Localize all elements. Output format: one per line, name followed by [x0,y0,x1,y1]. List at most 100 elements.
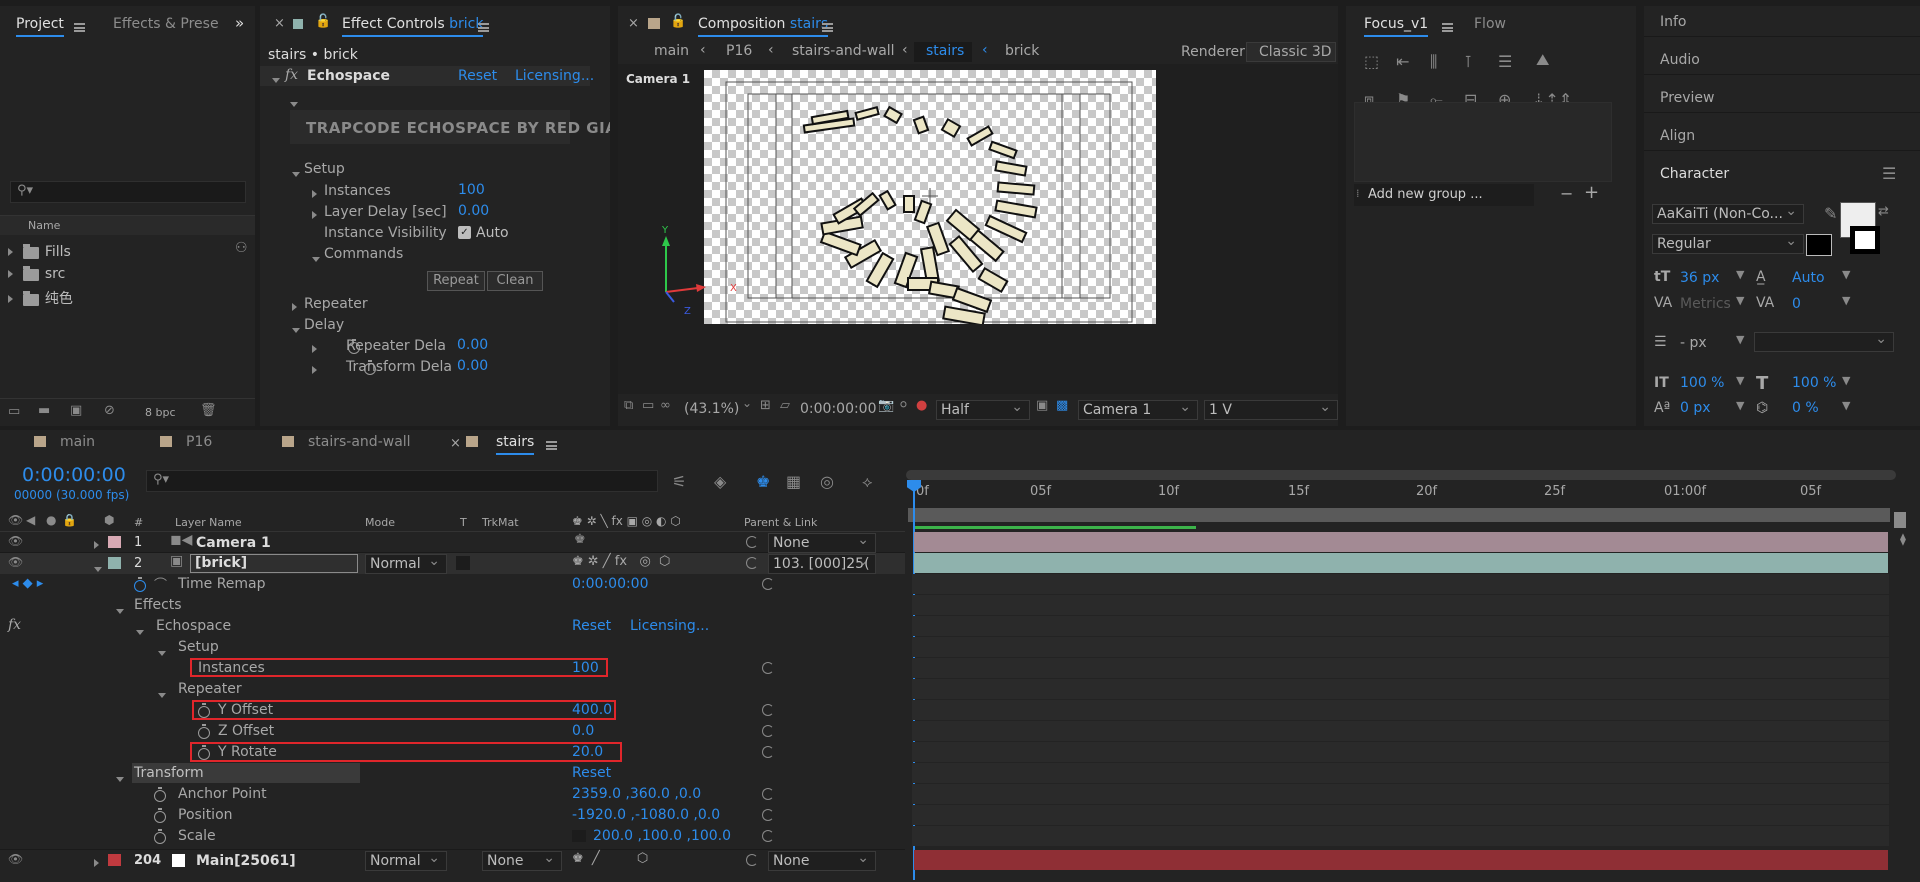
mask-icon[interactable]: ▱ [780,398,790,413]
expand-icon[interactable] [312,208,317,222]
dependencies-icon[interactable]: ⊘ [104,403,115,418]
licensing-link[interactable]: Licensing... [515,68,594,84]
expand-icon[interactable] [312,342,317,356]
transform-reset-link[interactable]: Reset [572,765,611,781]
chevron-down-icon[interactable]: ⌄ [742,396,752,410]
chevron-down-icon[interactable]: ▼ [1842,374,1850,387]
anchor-icon[interactable]: ⊺ [1464,52,1472,71]
keyframe-track[interactable] [912,595,1889,615]
list-item[interactable]: src [8,265,65,282]
parent-dropdown[interactable]: None [768,533,876,553]
layer-name[interactable]: Camera 1 [196,535,271,551]
label-color[interactable] [108,557,121,569]
section-delay[interactable]: Delay [304,317,344,333]
pick-whip-icon[interactable] [762,809,774,821]
collapse-icon[interactable] [136,624,144,638]
list-item[interactable]: 纯色 [8,288,73,308]
composition-menu-icon[interactable] [822,23,833,32]
tab-focus[interactable]: Focus_v1 [1364,16,1429,37]
remove-group-button[interactable]: − [1560,184,1573,203]
comp-mini-flowchart-icon[interactable]: ⚟ [672,472,686,491]
expand-icon[interactable] [94,538,99,552]
expand-icon[interactable] [292,300,297,314]
safe-zones-icon[interactable]: ⊞ [760,398,771,413]
close-icon[interactable]: × [274,16,285,31]
blend-mode-dropdown[interactable]: Normal [365,851,447,871]
stopwatch-icon[interactable] [134,576,146,592]
label-icon[interactable]: ⬢ [104,513,114,527]
distribute-icon[interactable]: ⫼ [1430,52,1437,72]
col-layer-name[interactable]: Layer Name [175,516,242,529]
channel-icon[interactable]: ● [916,398,927,413]
time-ruler[interactable]: 0f 05f 10f 15f 20f 25f 01:00f 05f [906,482,1896,506]
chevron-down-icon[interactable]: ▼ [1736,294,1744,307]
layer-bar-main[interactable] [914,850,1888,870]
lock-icon[interactable]: 🔓 [315,14,331,29]
stopwatch-icon[interactable] [198,723,210,739]
timeline-tab-p16[interactable]: P16 [186,434,212,450]
prop-row[interactable]: Scale 200.0 ,100.0 ,100.0 [0,826,905,847]
pick-whip-icon[interactable] [746,557,758,569]
layer-switches-icons[interactable]: ♚ ╱ ⬡ [572,851,648,866]
project-search-input[interactable]: ⚲▾ [10,181,246,203]
stopwatch-icon[interactable] [154,807,166,823]
prop-row[interactable]: ◂ ◆ ▸ ⌒ Time Remap 0:00:00:00 [0,574,905,595]
track-matte-toggle[interactable] [456,556,470,570]
keyframe-track[interactable] [912,805,1889,825]
keyframe-track[interactable] [912,721,1889,741]
expand-icon[interactable] [312,187,317,201]
viewer-area[interactable]: Camera 1 Y X Z [618,64,1338,394]
breadcrumb-brick[interactable]: brick [1005,43,1039,59]
keyframe-track[interactable] [912,658,1889,678]
frame-blending-icon[interactable]: ▦ [786,472,801,491]
solo-icon[interactable]: ● [46,513,56,527]
select-all-icon[interactable]: ⬚ [1364,52,1379,71]
graph-editor-icon[interactable]: ⟡ [862,472,873,492]
layer-bar-camera[interactable] [914,532,1888,552]
flowchart-icon[interactable]: ⚇ [235,240,248,256]
pick-whip-icon[interactable] [762,578,774,590]
collapse-icon[interactable] [116,603,124,617]
font-family-dropdown[interactable]: AaKaiTi (Non-Co... [1652,204,1804,224]
prop-row[interactable]: Z Offset 0.0 [0,721,905,742]
fx-icon[interactable]: fx [285,67,298,83]
list-item[interactable]: Fills [8,243,71,260]
add-group-input[interactable]: Add new group ... [1368,187,1483,202]
prop-row[interactable]: fx Echospace Reset Licensing... [0,616,905,637]
z-offset-value[interactable]: 0.0 [572,723,594,739]
layer-name[interactable]: Main[25061] [196,853,296,869]
breadcrumb-stairs-and-wall[interactable]: stairs-and-wall [792,43,895,59]
new-folder-icon[interactable]: ▬ [38,403,50,418]
audio-icon[interactable]: ◀ [26,513,35,527]
parent-dropdown[interactable]: None [768,851,876,871]
prop-row[interactable]: Position -1920.0 ,-1080.0 ,0.0 [0,805,905,826]
chevron-down-icon[interactable]: ▼ [1736,333,1744,346]
time-remap-value[interactable]: 0:00:00:00 [572,576,649,592]
timeline-scroll-handle[interactable] [1894,512,1906,528]
snapshot-icon[interactable]: 📷 [878,398,894,413]
text-lines-icon[interactable]: ☰ [1498,52,1512,71]
interpret-footage-icon[interactable]: ▭ [8,404,20,419]
tab-effect-controls[interactable]: Effect Controls brick [342,16,484,37]
panel-audio[interactable]: Audio [1660,52,1700,68]
collapse-icon[interactable] [290,96,298,110]
vr-icon[interactable]: ∞ [660,398,671,413]
swap-colors-icon[interactable]: ⇄ [1878,204,1889,219]
effect-controls-menu-icon[interactable] [478,23,489,32]
blend-mode-dropdown[interactable]: Normal [365,554,447,574]
project-menu-icon[interactable] [74,23,85,32]
parent-dropdown[interactable]: 103. [000]25( [768,554,876,574]
eye-icon[interactable]: 👁 [8,513,23,527]
add-group-button[interactable]: + [1584,182,1599,203]
tab-flow[interactable]: Flow [1474,16,1506,32]
layer-row[interactable]: 👁 204 Main[25061] Normal None ♚ ╱ ⬡ None [0,849,905,871]
layer-delay-value[interactable]: 0.00 [458,203,489,219]
font-size-value[interactable]: 36 px [1680,270,1719,286]
col-mode[interactable]: Mode [365,516,395,529]
time-navigator[interactable] [906,470,1896,480]
chevron-down-icon[interactable]: ▼ [1842,399,1850,412]
echospace-reset-link[interactable]: Reset [572,618,611,634]
track-matte-dropdown[interactable]: None [482,851,562,871]
pick-whip-icon[interactable] [746,536,758,548]
keyframe-track[interactable] [912,700,1889,720]
